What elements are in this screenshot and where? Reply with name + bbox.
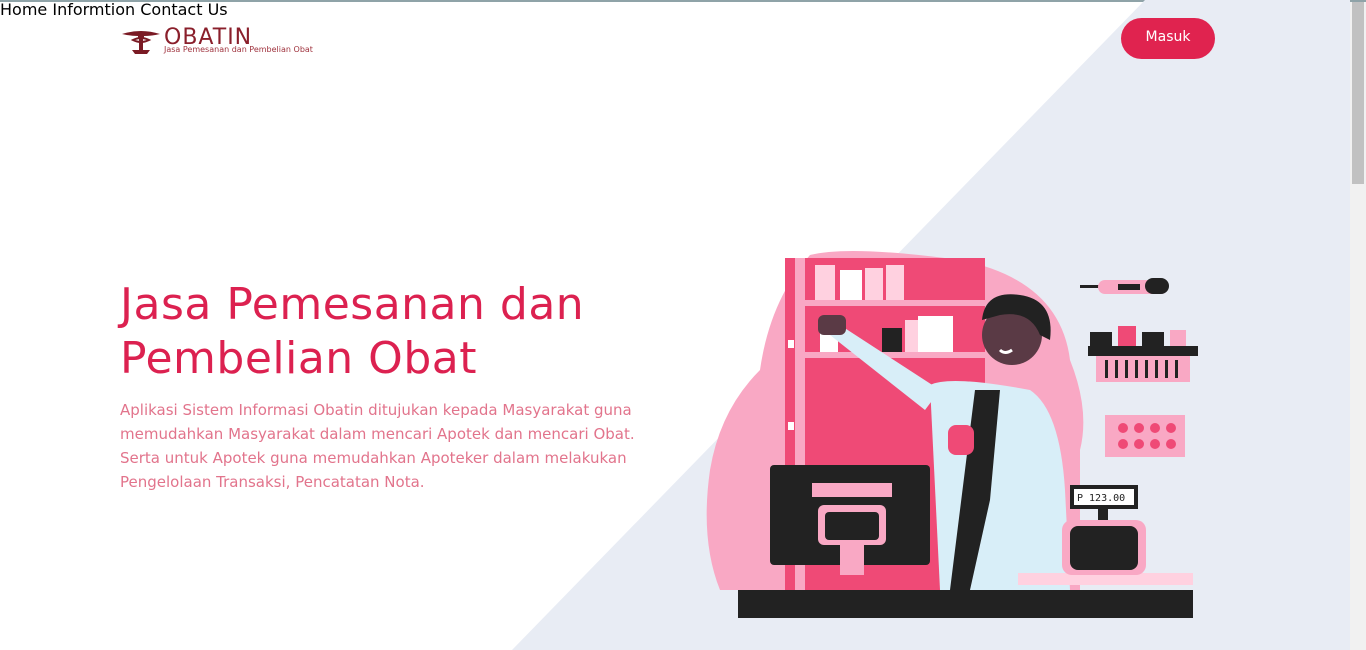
pharmacy-logo-icon [122,31,160,54]
vertical-scrollbar[interactable] [1350,2,1366,650]
pharmacist-illustration: P 123.00 [706,251,1198,618]
hero-title: Jasa Pemesanan dan Pembelian Obat [120,279,585,384]
register-display: P 123.00 [1077,493,1125,504]
logo-subtitle: Jasa Pemesanan dan Pembelian Obat [164,45,313,54]
brand-logo[interactable]: OBATIN Jasa Pemesanan dan Pembelian Obat [120,24,380,60]
login-button[interactable]: Masuk [1121,18,1215,59]
scrollbar-thumb[interactable] [1352,2,1364,184]
landing-page: OBATIN Jasa Pemesanan dan Pembelian Obat… [0,0,1366,650]
hero-description: Aplikasi Sistem Informasi Obatin ditujuk… [120,401,635,491]
